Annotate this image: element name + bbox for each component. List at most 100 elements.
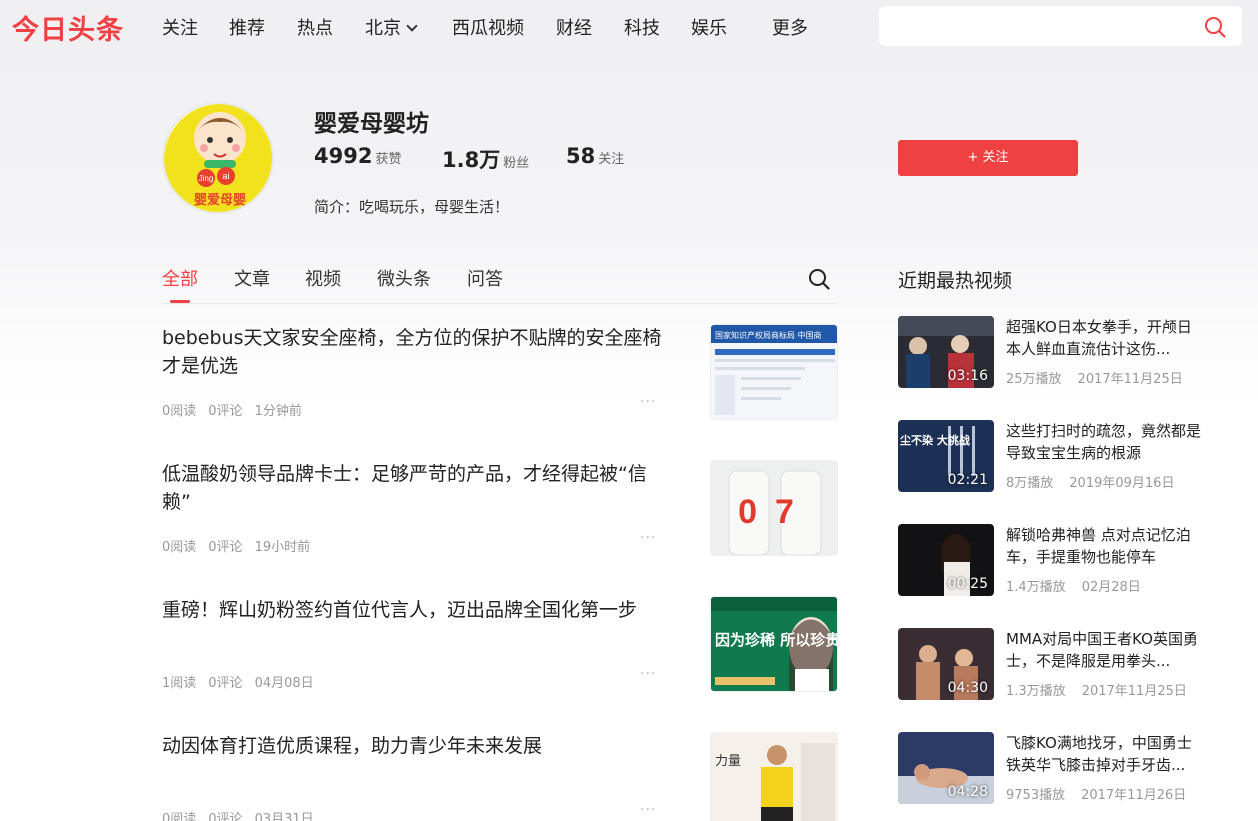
video-title[interactable]: 解锁哈弗神兽 点对点记忆泊车，手提重物也能停车: [1006, 524, 1206, 568]
stat-following-label: 关注: [598, 152, 625, 167]
article-comments: 0评论: [208, 812, 243, 821]
more-options-icon[interactable]: ···: [640, 666, 656, 682]
thumbnail-text: 尘不染 大挑战: [900, 433, 970, 447]
video-item[interactable]: 尘不染 大挑战 02:21 这些打扫时的疏忽，竟然都是导致宝宝生病的根源 8万播…: [898, 420, 1218, 492]
sidebar-title: 近期最热视频: [898, 270, 1013, 292]
article-reads: 0阅读: [162, 812, 197, 821]
video-plays: 1.4万播放: [1006, 580, 1066, 595]
nav-item-xigua-video[interactable]: 西瓜视频: [452, 14, 524, 40]
video-meta: 25万播放 2017年11月25日: [1006, 368, 1199, 387]
video-date: 2017年11月25日: [1081, 684, 1187, 699]
stat-likes-label: 获赞: [375, 152, 402, 167]
video-date: 2017年11月26日: [1081, 788, 1187, 803]
chevron-down-icon: [406, 20, 418, 32]
article-thumbnail[interactable]: 因为珍稀 所以珍贵: [710, 596, 838, 692]
avatar-text-2: ai: [222, 171, 229, 181]
tab-qa[interactable]: 问答: [467, 265, 503, 291]
tab-all[interactable]: 全部: [162, 265, 198, 291]
nav-item-follow[interactable]: 关注: [162, 14, 198, 40]
profile-name: 婴爱母婴坊: [314, 111, 429, 137]
stat-likes: 4992 获赞: [314, 144, 401, 168]
article-time: 03月31日: [254, 812, 314, 821]
avatar[interactable]: Jing ai 婴爱母婴: [162, 102, 274, 214]
article-comments: 0评论: [208, 676, 243, 691]
stat-following[interactable]: 58 关注: [566, 144, 624, 168]
video-title[interactable]: MMA对局中国王者KO英国勇士，不是降服是用拳头...: [1006, 628, 1206, 672]
video-item[interactable]: 00:25 解锁哈弗神兽 点对点记忆泊车，手提重物也能停车 1.4万播放 02月2…: [898, 524, 1218, 596]
video-duration: 02:21: [947, 472, 988, 488]
logo[interactable]: 今日头条: [12, 8, 124, 47]
nav-item-more[interactable]: 更多: [772, 14, 808, 40]
article-thumbnail[interactable]: 国家知识产权局商标局 中国商: [710, 324, 838, 420]
video-plays: 25万播放: [1006, 372, 1062, 387]
video-meta: 1.4万播放 02月28日: [1006, 576, 1157, 595]
video-item[interactable]: 04:28 飞膝KO满地找牙，中国勇士铁英华飞膝击掉对手牙齿... 9753播放…: [898, 732, 1218, 804]
tab-micro-posts[interactable]: 微头条: [377, 265, 431, 291]
stat-following-value: 58: [566, 144, 596, 168]
nav-item-recommend[interactable]: 推荐: [229, 14, 265, 40]
nav-item-hot[interactable]: 热点: [297, 14, 333, 40]
search-input[interactable]: [879, 6, 1242, 46]
nav-item-finance[interactable]: 财经: [556, 14, 592, 40]
video-item[interactable]: 04:30 MMA对局中国王者KO英国勇士，不是降服是用拳头... 1.3万播放…: [898, 628, 1218, 700]
video-plays: 1.3万播放: [1006, 684, 1066, 699]
article-item[interactable]: 重磅！辉山奶粉签约首位代言人，迈出品牌全国化第一步 1阅读 0评论 04月08日 ·…: [162, 596, 838, 696]
active-tab-indicator: [170, 300, 190, 303]
video-date: 2019年09月16日: [1069, 476, 1175, 491]
article-time: 19小时前: [254, 540, 311, 555]
article-time: 04月08日: [254, 676, 314, 691]
tab-articles[interactable]: 文章: [234, 265, 270, 291]
more-options-icon[interactable]: ···: [640, 530, 656, 546]
stat-fans-value: 1.8万: [442, 148, 501, 172]
article-title[interactable]: 重磅！辉山奶粉签约首位代言人，迈出品牌全国化第一步: [162, 596, 662, 624]
article-title[interactable]: bebebus天文家安全座椅，全方位的保护不贴牌的安全座椅才是优选: [162, 324, 662, 380]
article-title[interactable]: 动因体育打造优质课程，助力青少年未来发展: [162, 732, 662, 760]
article-item[interactable]: 动因体育打造优质课程，助力青少年未来发展 0阅读 0评论 03月31日 ··· 力量: [162, 732, 838, 821]
video-meta: 9753播放 2017年11月26日: [1006, 784, 1202, 803]
top-bar: 今日头条 关注 推荐 热点 北京 西瓜视频 财经 科技 娱乐 更多: [0, 0, 1258, 54]
video-meta: 1.3万播放 2017年11月25日: [1006, 680, 1203, 699]
article-thumbnail[interactable]: 07: [710, 460, 838, 556]
video-meta: 8万播放 2019年09月16日: [1006, 472, 1190, 491]
article-item[interactable]: 低温酸奶领导品牌卡士：足够严苛的产品，才经得起被“信赖” 0阅读 0评论 19小时前…: [162, 460, 838, 560]
article-reads: 1阅读: [162, 676, 197, 691]
search-icon[interactable]: [1204, 16, 1226, 38]
video-title[interactable]: 这些打扫时的疏忽，竟然都是导致宝宝生病的根源: [1006, 420, 1206, 464]
article-thumbnail[interactable]: 力量: [710, 732, 838, 821]
video-plays: 8万播放: [1006, 476, 1054, 491]
video-date: 02月28日: [1081, 580, 1141, 595]
nav-item-city[interactable]: 北京: [365, 14, 418, 40]
article-reads: 0阅读: [162, 404, 197, 419]
tab-videos[interactable]: 视频: [305, 265, 341, 291]
video-thumbnail[interactable]: 04:28: [898, 732, 994, 804]
more-options-icon[interactable]: ···: [640, 394, 656, 410]
follow-button[interactable]: + 关注: [898, 140, 1078, 176]
video-date: 2017年11月25日: [1077, 372, 1183, 387]
search-icon[interactable]: [808, 268, 830, 290]
nav-item-entertainment[interactable]: 娱乐: [691, 14, 727, 40]
video-duration: 00:25: [947, 576, 988, 592]
video-title[interactable]: 超强KO日本女拳手，开颅日本人鲜血直流估计这伤...: [1006, 316, 1206, 360]
video-title[interactable]: 飞膝KO满地找牙，中国勇士铁英华飞膝击掉对手牙齿...: [1006, 732, 1206, 776]
stat-fans[interactable]: 1.8万 粉丝: [442, 144, 529, 174]
profile-bio: 简介：吃喝玩乐，母婴生活！: [314, 198, 510, 216]
article-meta: 0阅读 0评论 03月31日: [162, 808, 326, 821]
article-item[interactable]: bebebus天文家安全座椅，全方位的保护不贴牌的安全座椅才是优选 0阅读 0评论…: [162, 324, 838, 424]
video-duration: 04:30: [947, 680, 988, 696]
video-thumbnail[interactable]: 04:30: [898, 628, 994, 700]
video-thumbnail[interactable]: 03:16: [898, 316, 994, 388]
article-time: 1分钟前: [254, 404, 302, 419]
more-options-icon[interactable]: ···: [640, 802, 656, 818]
article-title[interactable]: 低温酸奶领导品牌卡士：足够严苛的产品，才经得起被“信赖”: [162, 460, 662, 516]
thumbnail-text: 07: [738, 493, 812, 531]
thumbnail-text: 因为珍稀 所以珍贵: [715, 631, 838, 649]
stat-likes-value: 4992: [314, 144, 373, 168]
video-plays: 9753播放: [1006, 788, 1066, 803]
video-thumbnail[interactable]: 00:25: [898, 524, 994, 596]
article-comments: 0评论: [208, 540, 243, 555]
video-thumbnail[interactable]: 尘不染 大挑战 02:21: [898, 420, 994, 492]
article-reads: 0阅读: [162, 540, 197, 555]
video-item[interactable]: 03:16 超强KO日本女拳手，开颅日本人鲜血直流估计这伤... 25万播放 20…: [898, 316, 1218, 388]
nav-item-tech[interactable]: 科技: [624, 14, 660, 40]
article-meta: 0阅读 0评论 1分钟前: [162, 400, 314, 419]
